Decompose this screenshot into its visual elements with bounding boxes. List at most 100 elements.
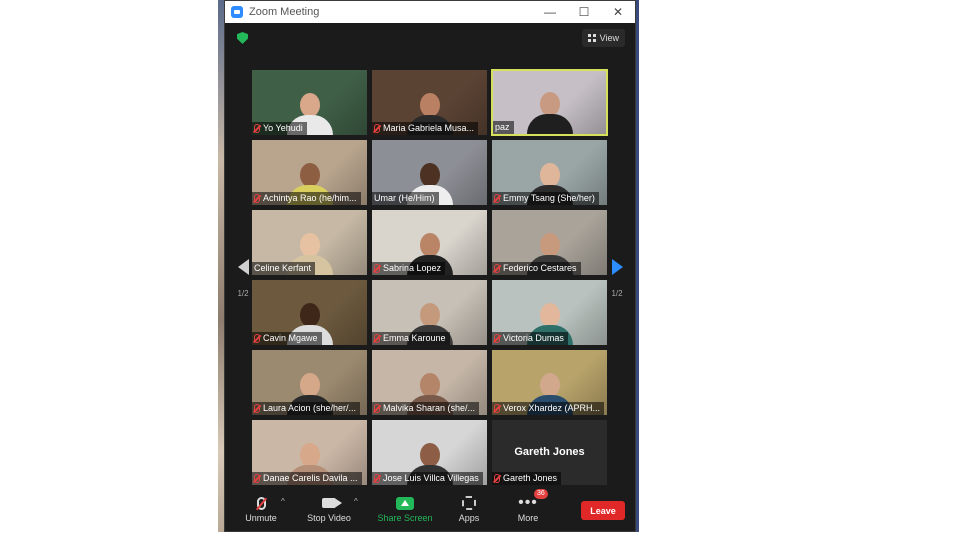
participant-nameplate: Achintya Rao (he/him... (252, 192, 361, 205)
participant-head (299, 233, 320, 257)
participant-nameplate: Verox Xhardez (APRH... (492, 402, 605, 415)
stop-video-label: Stop Video (307, 513, 351, 523)
microphone-muted-icon (254, 194, 260, 203)
participant-nameplate: Jose Luis Villca Villegas (372, 472, 483, 485)
participant-nameplate: Sabrina Lopez (372, 262, 446, 275)
microphone-muted-icon (494, 334, 500, 343)
participant-head (539, 163, 560, 187)
participant-name: Verox Xhardez (APRH... (503, 403, 601, 413)
arrow-left-icon (237, 258, 249, 275)
participant-nameplate: Malvika Sharan (she/... (372, 402, 480, 415)
participant-head (419, 373, 440, 397)
participant-center-name: Gareth Jones (514, 446, 585, 458)
share-screen-icon (396, 496, 414, 510)
participant-nameplate: paz (493, 121, 514, 134)
title-bar: Zoom Meeting — ☐ ✕ (225, 1, 635, 23)
participant-name: Federico Cestares (503, 263, 577, 273)
zoom-window: Zoom Meeting — ☐ ✕ View 1/2 1/2 Yo Yehud… (224, 0, 636, 532)
participant-head (419, 233, 440, 257)
participant-name: Victoria Dumas (503, 333, 564, 343)
participant-tile[interactable]: Emma Karoune (371, 279, 488, 346)
minimize-button[interactable]: — (533, 1, 567, 23)
microphone-muted-icon (494, 474, 500, 483)
microphone-muted-icon (254, 124, 260, 133)
participant-tile[interactable]: Achintya Rao (he/him... (251, 139, 368, 206)
participant-nameplate: Federico Cestares (492, 262, 581, 275)
participant-name: Emma Karoune (383, 333, 446, 343)
stop-video-button[interactable]: Stop Video (301, 493, 357, 523)
microphone-muted-icon (374, 124, 380, 133)
participant-tile[interactable]: Celine Kerfant (251, 209, 368, 276)
participant-name: Malvika Sharan (she/... (383, 403, 476, 413)
more-button[interactable]: ••• More 36 (500, 489, 556, 523)
participant-nameplate: Danae Carelis Davila ... (252, 472, 362, 485)
video-options-caret[interactable]: ^ (354, 497, 358, 506)
participant-name: Emmy Tsang (She/her) (503, 193, 595, 203)
participant-name: Achintya Rao (he/him... (263, 193, 357, 203)
apps-label: Apps (458, 513, 480, 523)
participant-name: Danae Carelis Davila ... (263, 473, 358, 483)
microphone-muted-icon (374, 264, 380, 273)
participant-tile[interactable]: Maria Gabriela Musa... (371, 69, 488, 136)
participant-tile[interactable]: Victoria Dumas (491, 279, 608, 346)
more-badge: 36 (534, 489, 548, 499)
microphone-muted-icon (254, 404, 260, 413)
participant-tile[interactable]: Jose Luis Villca Villegas (371, 419, 488, 486)
zoom-app-icon (231, 6, 243, 18)
view-button[interactable]: View (581, 29, 625, 47)
page-indicator-left: 1/2 (237, 288, 249, 298)
participant-tile[interactable]: Umar (He/Him) (371, 139, 488, 206)
participant-nameplate: Celine Kerfant (252, 262, 316, 275)
participant-tile[interactable]: Laura Acion (she/her/... (251, 349, 368, 416)
participant-name: Celine Kerfant (254, 263, 312, 273)
participant-tile[interactable]: Yo Yehudi (251, 69, 368, 136)
participant-name: Cavin Mgawe (263, 333, 318, 343)
participant-head (539, 92, 560, 116)
window-title: Zoom Meeting (249, 6, 320, 18)
participant-tile[interactable]: Federico Cestares (491, 209, 608, 276)
participant-tile[interactable]: Verox Xhardez (APRH... (491, 349, 608, 416)
participant-tile[interactable]: Sabrina Lopez (371, 209, 488, 276)
close-button[interactable]: ✕ (601, 1, 635, 23)
page-indicator-right: 1/2 (611, 288, 623, 298)
share-screen-button[interactable]: Share Screen (377, 493, 433, 523)
participant-nameplate: Maria Gabriela Musa... (372, 122, 479, 135)
participant-tile[interactable]: Malvika Sharan (she/... (371, 349, 488, 416)
participant-head (299, 373, 320, 397)
participant-tile[interactable]: Danae Carelis Davila ... (251, 419, 368, 486)
participant-head (419, 93, 440, 117)
meeting-toolbar: Unmute ^ Stop Video ^ Share Screen Apps … (225, 489, 635, 531)
participant-name: Yo Yehudi (263, 123, 303, 133)
participant-head (539, 373, 560, 397)
more-dots-icon: ••• (518, 494, 538, 511)
participant-nameplate: Yo Yehudi (252, 122, 307, 135)
leave-button[interactable]: Leave (581, 501, 625, 520)
participant-tile[interactable]: paz (491, 69, 608, 136)
microphone-muted-icon (494, 264, 500, 273)
participant-head (419, 303, 440, 327)
participant-tile[interactable]: Cavin Mgawe (251, 279, 368, 346)
microphone-muted-icon (256, 496, 266, 510)
participant-head (419, 163, 440, 187)
participant-head (299, 163, 320, 187)
window-controls: — ☐ ✕ (533, 1, 635, 23)
participant-nameplate: Cavin Mgawe (252, 332, 322, 345)
apps-button[interactable]: Apps (441, 493, 497, 523)
meeting-top-bar: View (225, 23, 635, 51)
participant-name: Sabrina Lopez (383, 263, 442, 273)
participant-silhouette (526, 88, 573, 134)
microphone-muted-icon (494, 194, 500, 203)
maximize-button[interactable]: ☐ (567, 1, 601, 23)
participant-body (526, 114, 573, 134)
participant-tile[interactable]: Gareth Jones Gareth Jones (491, 419, 608, 486)
microphone-muted-icon (374, 334, 380, 343)
audio-options-caret[interactable]: ^ (281, 497, 285, 506)
participant-tile[interactable]: Emmy Tsang (She/her) (491, 139, 608, 206)
desktop: Zoom Meeting — ☐ ✕ View 1/2 1/2 Yo Yehud… (0, 0, 960, 540)
unmute-label: Unmute (245, 513, 277, 523)
participant-name: Laura Acion (she/her/... (263, 403, 357, 413)
participant-nameplate: Victoria Dumas (492, 332, 568, 345)
share-screen-label: Share Screen (377, 513, 433, 523)
participant-head (419, 443, 440, 467)
shield-icon[interactable] (237, 32, 248, 44)
